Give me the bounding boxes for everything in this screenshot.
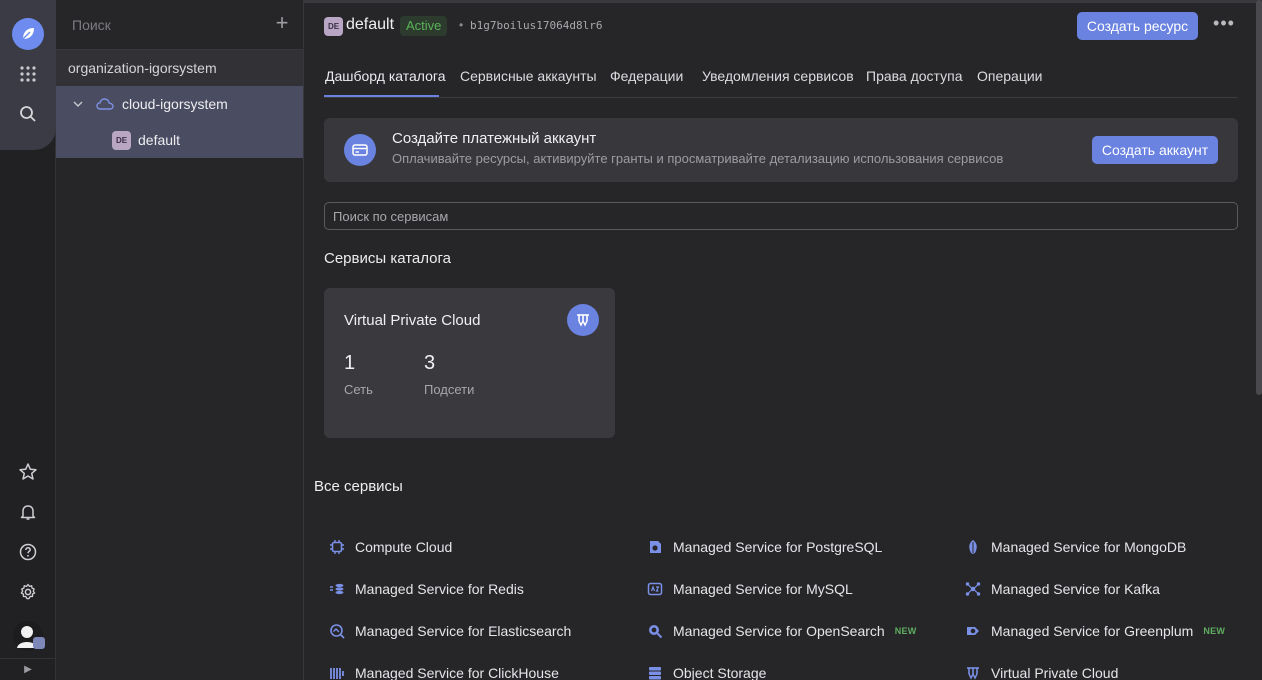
service-clickhouse[interactable]: Managed Service for ClickHouse — [328, 662, 559, 680]
status-badge: Active — [400, 16, 448, 36]
folder-badge: DE — [112, 131, 131, 150]
more-icon[interactable]: ••• — [1213, 14, 1235, 36]
header-folder-badge: DE — [324, 17, 343, 36]
leaf-icon — [22, 28, 34, 40]
service-label: Managed Service for Elasticsearch — [355, 623, 572, 639]
banner-title: Создайте платежный аккаунт — [392, 130, 597, 147]
tree-folder-default[interactable]: DE default — [56, 122, 303, 158]
service-label: Managed Service for PostgreSQL — [673, 539, 883, 555]
banner-subtitle: Оплачивайте ресурсы, активируйте гранты … — [392, 151, 1004, 166]
billing-banner: Создайте платежный аккаунт Оплачивайте р… — [324, 118, 1238, 182]
new-badge: NEW — [894, 626, 917, 636]
organization-label: organization-igorsystem — [68, 60, 217, 76]
help-icon[interactable] — [14, 538, 42, 566]
tree-cloud[interactable]: cloud-igorsystem — [56, 86, 303, 122]
opensearch-icon — [646, 622, 664, 640]
page-title: default — [346, 16, 395, 33]
service-label: Managed Service for ClickHouse — [355, 665, 559, 680]
redis-icon — [328, 580, 346, 598]
tab-dashboard[interactable]: Дашборд каталога — [325, 68, 445, 84]
service-label: Compute Cloud — [355, 539, 453, 555]
service-postgresql[interactable]: Managed Service for PostgreSQL — [646, 536, 882, 558]
tab-service-accounts[interactable]: Сервисные аккаунты — [460, 68, 597, 84]
cloud-logo[interactable] — [12, 18, 44, 50]
tab-operations[interactable]: Операции — [977, 68, 1043, 84]
service-greenplum[interactable]: Managed Service for Greenplum NEW — [964, 620, 1225, 642]
search-icon[interactable] — [14, 100, 42, 128]
create-resource-button[interactable]: Создать ресурс — [1077, 12, 1198, 40]
settings-icon[interactable] — [14, 578, 42, 606]
vpc-icon — [964, 664, 982, 680]
postgresql-icon — [646, 538, 664, 556]
service-elasticsearch[interactable]: Managed Service for Elasticsearch — [328, 620, 571, 642]
tab-federations[interactable]: Федерации — [610, 68, 683, 84]
service-object-storage[interactable]: Object Storage — [646, 662, 766, 680]
service-label: Managed Service for Greenplum — [991, 623, 1194, 639]
active-tab-indicator — [324, 95, 439, 97]
tab-access-rights[interactable]: Права доступа — [866, 68, 962, 84]
object-storage-icon — [646, 664, 664, 680]
stat-network-value: 1 — [344, 352, 356, 374]
chevron-down-icon[interactable] — [72, 98, 84, 110]
credit-card-icon — [344, 134, 376, 166]
vpc-card[interactable]: Virtual Private Cloud 1 Сеть 3 Подсети — [324, 288, 615, 438]
bell-icon[interactable] — [14, 498, 42, 526]
kafka-icon — [964, 580, 982, 598]
service-redis[interactable]: Managed Service for Redis — [328, 578, 524, 600]
service-compute-cloud[interactable]: Compute Cloud — [328, 536, 452, 558]
stat-subnets-label: Подсети — [424, 382, 475, 397]
stat-network-label: Сеть — [344, 382, 373, 397]
console-window: ▶ Поиск + organization-igorsystem cloud-… — [0, 0, 1262, 680]
tab-service-notifications[interactable]: Уведомления сервисов — [702, 68, 854, 84]
service-label: Managed Service for Kafka — [991, 581, 1160, 597]
cloud-label: cloud-igorsystem — [122, 96, 228, 112]
tree-search[interactable]: Поиск + — [56, 0, 303, 50]
services-grid-icon[interactable] — [14, 60, 42, 88]
mysql-icon — [646, 580, 664, 598]
header-separator: • — [459, 18, 464, 32]
main-content: DE default Active • b1g7boilus17064d8lr6… — [304, 0, 1262, 680]
cloud-icon — [96, 98, 114, 110]
folder-label: default — [138, 132, 181, 148]
add-resource-icon[interactable]: + — [272, 12, 292, 34]
folder-id[interactable]: b1g7boilus17064d8lr6 — [470, 19, 602, 32]
service-label: Managed Service for Redis — [355, 581, 524, 597]
compute-icon — [328, 538, 346, 556]
vpc-icon — [567, 304, 599, 336]
elasticsearch-icon — [328, 622, 346, 640]
resource-tree: Поиск + organization-igorsystem cloud-ig… — [56, 0, 304, 680]
card-title: Virtual Private Cloud — [344, 312, 481, 329]
clickhouse-icon — [328, 664, 346, 680]
account-badge-icon — [33, 637, 45, 649]
tab-bar: Дашборд каталога Сервисные аккаунты Феде… — [324, 60, 1238, 98]
greenplum-icon — [964, 622, 982, 640]
service-search-input[interactable] — [324, 202, 1238, 230]
catalog-services-heading: Сервисы каталога — [324, 250, 452, 267]
stat-subnets-value: 3 — [424, 352, 436, 374]
new-badge: NEW — [1203, 626, 1226, 636]
service-kafka[interactable]: Managed Service for Kafka — [964, 578, 1160, 600]
star-icon[interactable] — [14, 458, 42, 486]
service-mongodb[interactable]: Managed Service for MongoDB — [964, 536, 1186, 558]
service-vpc[interactable]: Virtual Private Cloud — [964, 662, 1118, 680]
service-opensearch[interactable]: Managed Service for OpenSearch NEW — [646, 620, 917, 642]
service-label: Virtual Private Cloud — [991, 665, 1119, 680]
tree-search-placeholder: Поиск — [72, 17, 111, 33]
mongodb-icon — [964, 538, 982, 556]
service-mysql[interactable]: Managed Service for MySQL — [646, 578, 853, 600]
expand-rail-icon[interactable]: ▶ — [0, 658, 56, 680]
left-rail: ▶ — [0, 0, 56, 680]
service-label: Managed Service for MongoDB — [991, 539, 1187, 555]
tree-organization[interactable]: organization-igorsystem — [56, 50, 303, 86]
service-label: Managed Service for OpenSearch — [673, 623, 885, 639]
service-label: Object Storage — [673, 665, 767, 680]
all-services-heading: Все сервисы — [314, 478, 403, 495]
scrollbar[interactable] — [1256, 0, 1262, 395]
create-account-button[interactable]: Создать аккаунт — [1092, 136, 1218, 164]
service-label: Managed Service for MySQL — [673, 581, 853, 597]
